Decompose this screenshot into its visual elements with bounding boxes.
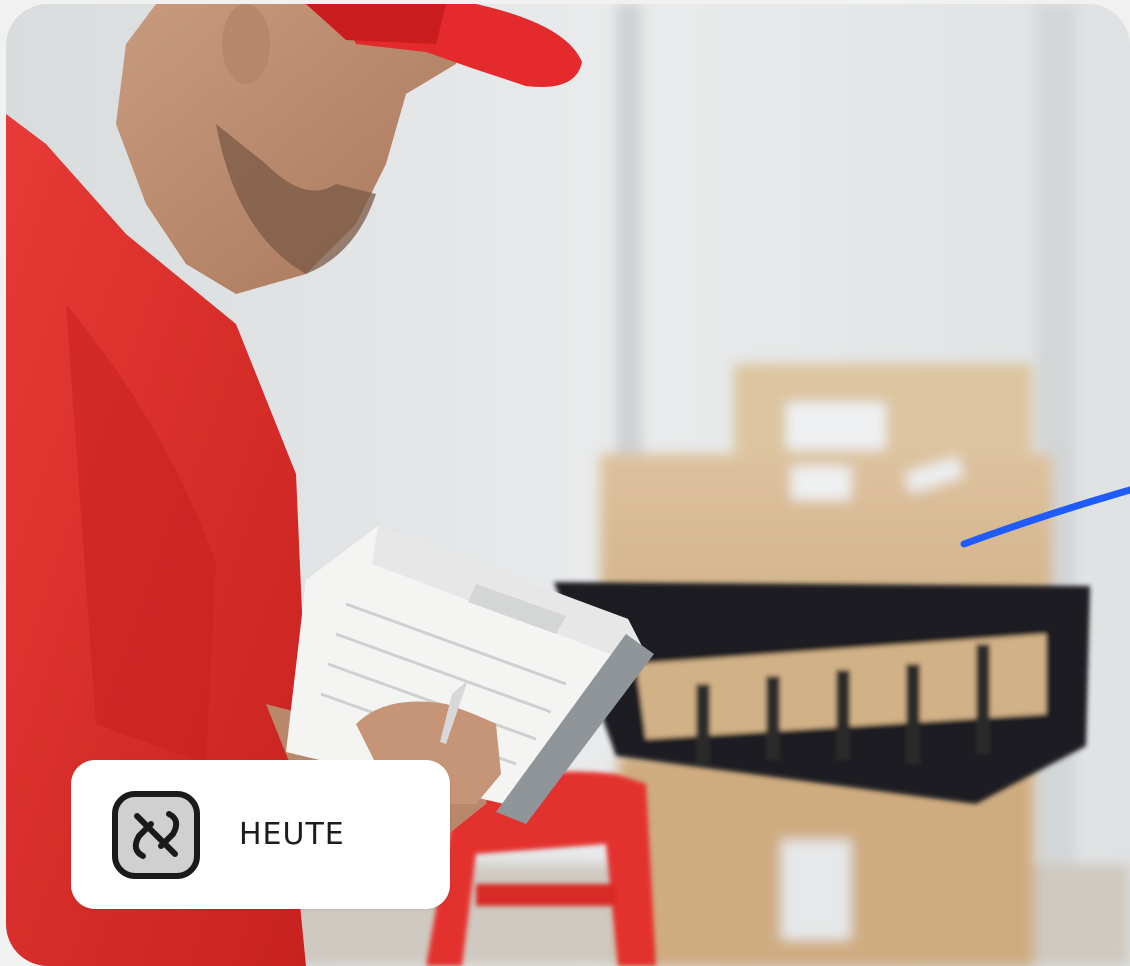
badge-label: HEUTE (239, 817, 345, 852)
unlinked-icon (112, 790, 200, 879)
date-badge[interactable]: HEUTE (71, 760, 450, 909)
